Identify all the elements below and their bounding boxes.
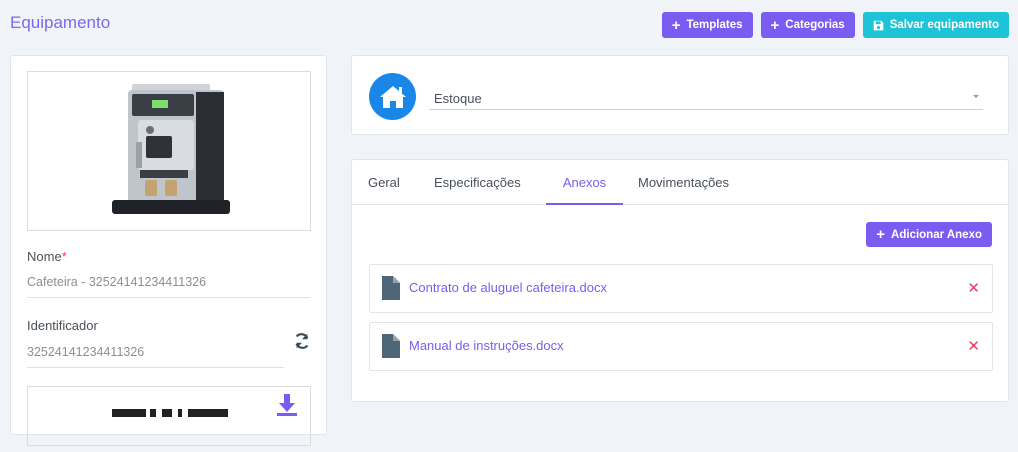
nome-label: Nome*	[27, 249, 67, 264]
identificador-field[interactable]: 32524141234411326	[27, 345, 284, 368]
templates-button-label: Templates	[686, 19, 743, 31]
tab-anexos[interactable]: Anexos	[546, 175, 623, 205]
templates-button[interactable]: + Templates	[661, 12, 753, 38]
download-icon[interactable]	[275, 393, 299, 417]
add-attachment-button[interactable]: + Adicionar Anexo	[866, 222, 992, 247]
refresh-icon[interactable]	[293, 332, 311, 350]
save-equipment-button[interactable]: Salvar equipamento	[862, 12, 1009, 38]
nome-field[interactable]: Cafeteira - 32524141234411326	[27, 275, 310, 298]
attachment-row[interactable]: Manual de instruções.docx ✕	[369, 322, 993, 371]
equipment-photo[interactable]	[27, 71, 311, 231]
barcode-box	[27, 386, 311, 446]
coffee-machine-image	[112, 84, 230, 214]
file-icon	[382, 334, 400, 358]
attachment-row[interactable]: Contrato de aluguel cafeteira.docx ✕	[369, 264, 993, 313]
identificador-label: Identificador	[27, 318, 98, 333]
nome-label-text: Nome	[27, 249, 62, 264]
tab-bar: Geral Especificações Anexos Movimentaçõe…	[352, 160, 1008, 205]
home-icon	[379, 85, 406, 108]
plus-icon: +	[876, 226, 886, 243]
file-icon	[382, 276, 400, 300]
add-attachment-button-label: Adicionar Anexo	[891, 228, 982, 241]
close-icon[interactable]: ✕	[967, 279, 980, 297]
page-title: Equipamento	[10, 13, 111, 32]
home-icon-circle	[369, 73, 416, 120]
categorias-button-label: Categorias	[785, 19, 845, 31]
stock-card: Estoque	[351, 55, 1009, 135]
close-icon[interactable]: ✕	[967, 337, 980, 355]
categorias-button[interactable]: + Categorias	[760, 12, 855, 38]
tab-movimentacoes[interactable]: Movimentações	[638, 175, 729, 203]
barcode-image	[112, 409, 228, 417]
stock-select[interactable]: Estoque	[429, 86, 983, 110]
tab-geral[interactable]: Geral	[368, 175, 400, 203]
stock-select-value: Estoque	[434, 91, 482, 106]
tab-especificacoes[interactable]: Especificações	[434, 175, 521, 203]
plus-icon: +	[770, 16, 780, 34]
save-icon	[873, 20, 884, 30]
required-mark: *	[61, 249, 67, 264]
top-actions: + Templates + Categorias Salvar equipame…	[661, 12, 1009, 38]
chevron-down-icon	[973, 95, 979, 98]
attachment-name[interactable]: Contrato de aluguel cafeteira.docx	[409, 280, 607, 295]
plus-icon: +	[671, 16, 681, 34]
details-card: Geral Especificações Anexos Movimentaçõe…	[351, 159, 1009, 402]
equipment-card: Nome* Cafeteira - 32524141234411326 Iden…	[10, 55, 327, 446]
save-equipment-button-label: Salvar equipamento	[889, 19, 999, 31]
attachment-name[interactable]: Manual de instruções.docx	[409, 338, 564, 353]
